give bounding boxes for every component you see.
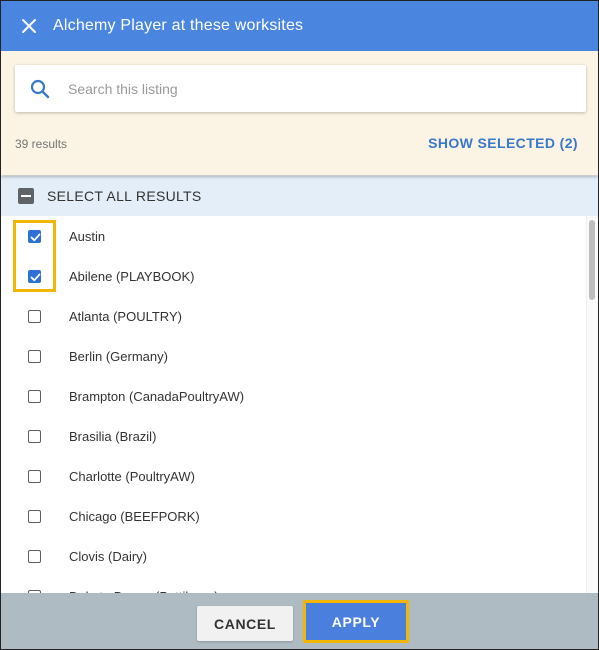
close-icon [22, 19, 36, 33]
checkbox-checked[interactable] [28, 269, 41, 283]
dialog-title: Alchemy Player at these worksites [53, 17, 304, 34]
list-item-label: Abilene (PLAYBOOK) [69, 268, 195, 284]
checkbox[interactable] [28, 469, 41, 483]
list-item[interactable]: Clovis (Dairy) [1, 536, 586, 576]
list-item-label: Clovis (Dairy) [69, 548, 147, 564]
list-item-label: Chicago (BEEFPORK) [69, 508, 200, 524]
list-item[interactable]: Brampton (CanadaPoultryAW) [1, 376, 586, 416]
check-icon [30, 233, 41, 241]
list-item-label: Austin [69, 228, 106, 244]
select-all-row[interactable]: SELECT ALL RESULTS [1, 176, 598, 216]
search-input[interactable] [66, 79, 550, 98]
list-item[interactable]: Austin [1, 216, 586, 256]
list-item[interactable]: Brasilia (Brazil) [1, 416, 586, 456]
list-item-label: Brasilia (Brazil) [69, 428, 157, 444]
select-all-label: SELECT ALL RESULTS [47, 188, 202, 204]
cancel-button[interactable]: CANCEL [197, 606, 293, 641]
search-icon [30, 79, 50, 99]
dialog-header: Alchemy Player at these worksites [1, 1, 598, 51]
checkbox[interactable] [28, 349, 41, 363]
list-item[interactable]: Atlanta (POULTRY) [1, 296, 586, 336]
list-item-label: Atlanta (POULTRY) [69, 308, 182, 324]
show-selected-button[interactable]: SHOW SELECTED (2) [428, 135, 578, 151]
checkbox[interactable] [28, 389, 41, 403]
list-item[interactable]: Abilene (PLAYBOOK) [1, 256, 586, 296]
scrollbar-thumb[interactable] [589, 220, 595, 300]
checkbox[interactable] [28, 429, 41, 443]
dialog-footer: CANCEL APPLY [1, 593, 598, 649]
list-item-label: Charlotte (PoultryAW) [69, 468, 195, 484]
list-item-label: Berlin (Germany) [69, 348, 168, 364]
check-icon [30, 273, 41, 281]
list-item-label: Brampton (CanadaPoultryAW) [69, 388, 245, 404]
search-box[interactable] [15, 65, 586, 112]
worksite-list: Austin Abilene (PLAYBOOK) Atlanta (POULTRY… [1, 216, 586, 593]
checkbox[interactable] [28, 509, 41, 523]
checkbox[interactable] [28, 549, 41, 563]
checkbox[interactable] [28, 309, 41, 323]
indeterminate-checkbox[interactable] [18, 188, 34, 204]
list-item[interactable]: Berlin (Germany) [1, 336, 586, 376]
result-count: 39 results [15, 137, 68, 151]
list-item[interactable]: Dakota Dunes (Pettibone) [1, 576, 586, 593]
checkbox-checked[interactable] [28, 229, 41, 243]
close-button[interactable] [17, 14, 41, 38]
list-item[interactable]: Chicago (BEEFPORK) [1, 496, 586, 536]
list-item[interactable]: Charlotte (PoultryAW) [1, 456, 586, 496]
minus-icon [21, 195, 31, 197]
search-panel: 39 results SHOW SELECTED (2) [1, 51, 598, 175]
dialog: Alchemy Player at these worksites 39 res… [0, 0, 599, 650]
apply-button[interactable]: APPLY [306, 603, 406, 640]
